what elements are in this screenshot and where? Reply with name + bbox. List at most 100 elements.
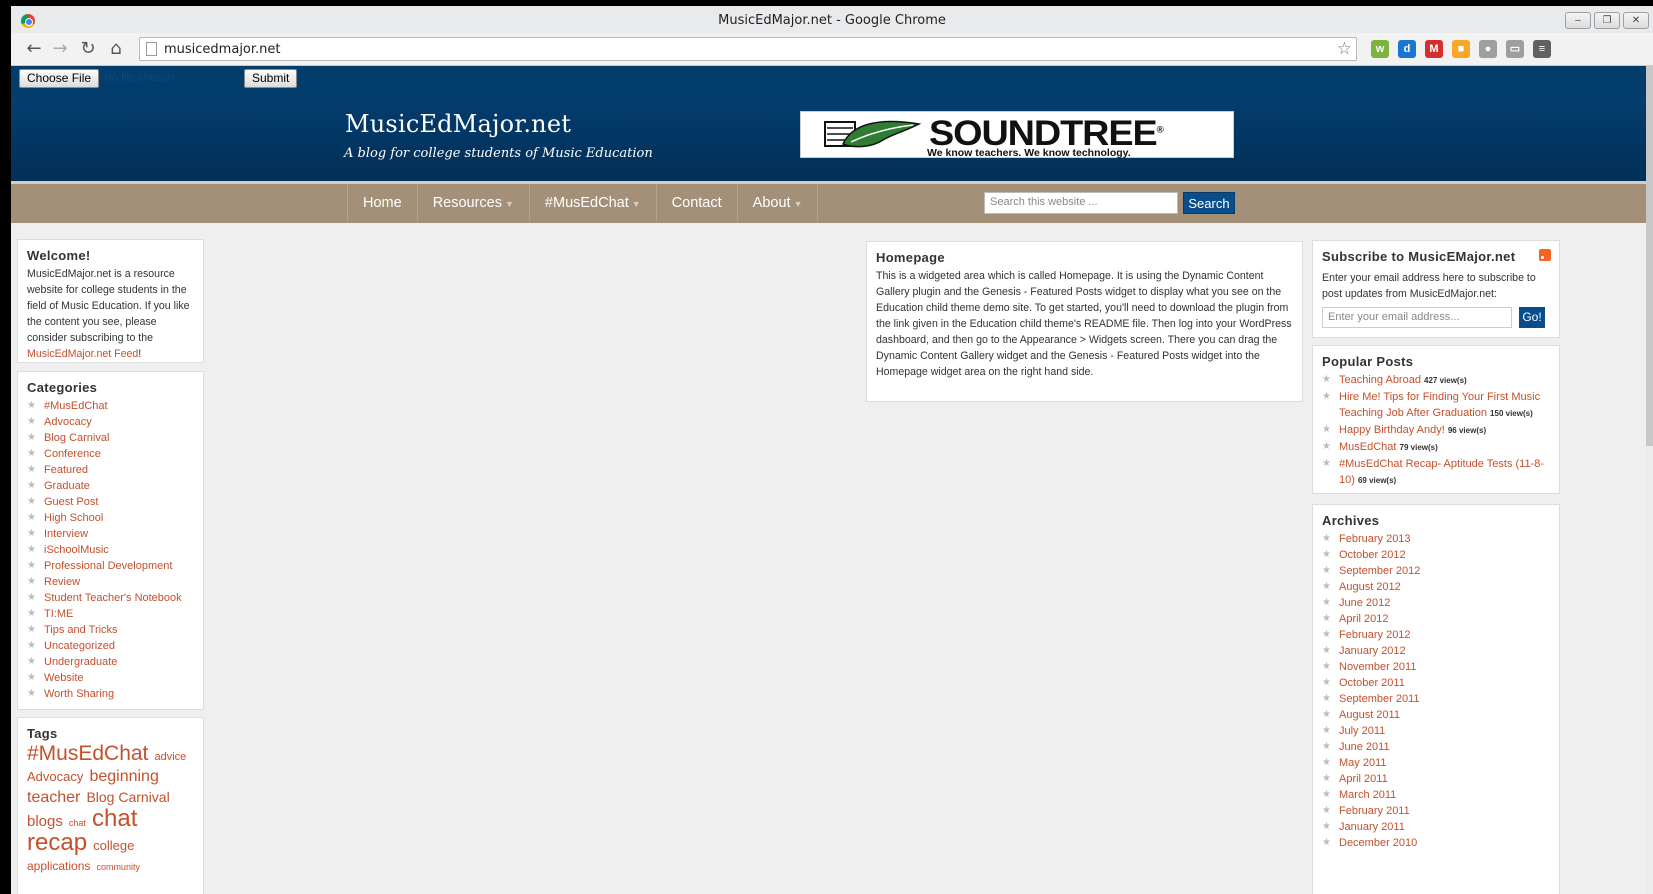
window-controls: – ❐ ✕ bbox=[1565, 12, 1649, 29]
category-link[interactable]: Student Teacher's Notebook bbox=[27, 590, 194, 606]
archive-link[interactable]: August 2011 bbox=[1322, 707, 1550, 723]
category-link[interactable]: Conference bbox=[27, 446, 194, 462]
tag-link[interactable]: #MusEdChat bbox=[27, 742, 148, 765]
tag-link[interactable]: community bbox=[96, 862, 140, 872]
archive-link[interactable]: January 2012 bbox=[1322, 643, 1550, 659]
tag-link[interactable]: Blog Carnival bbox=[86, 789, 169, 805]
tag-link[interactable]: advice bbox=[154, 751, 186, 763]
archive-link[interactable]: September 2012 bbox=[1322, 563, 1550, 579]
minimize-button[interactable]: – bbox=[1565, 12, 1591, 29]
welcome-body: MusicEdMajor.net is a resource website f… bbox=[27, 268, 190, 344]
popular-post-link[interactable]: Teaching Abroad bbox=[1339, 374, 1421, 386]
view-count: 96 view(s) bbox=[1447, 426, 1487, 435]
popular-post-link[interactable]: MusEdChat bbox=[1339, 441, 1396, 453]
category-link[interactable]: Graduate bbox=[27, 478, 194, 494]
category-link[interactable]: Interview bbox=[27, 526, 194, 542]
submit-button[interactable]: Submit bbox=[244, 69, 298, 88]
category-link[interactable]: Uncategorized bbox=[27, 638, 194, 654]
tag-link[interactable]: Advocacy bbox=[27, 769, 83, 784]
archive-link[interactable]: June 2012 bbox=[1322, 595, 1550, 611]
category-link[interactable]: Blog Carnival bbox=[27, 430, 194, 446]
archive-link[interactable]: August 2012 bbox=[1322, 579, 1550, 595]
archive-link[interactable]: February 2011 bbox=[1322, 803, 1550, 819]
reload-icon[interactable]: ↻ bbox=[77, 39, 99, 59]
tag-link[interactable]: applications bbox=[27, 859, 90, 873]
dropbox-icon[interactable]: d bbox=[1398, 40, 1416, 58]
nav-item-home[interactable]: Home bbox=[347, 184, 418, 221]
go-button[interactable]: Go! bbox=[1519, 307, 1545, 328]
feed-link[interactable]: MusicEdMajor.net Feed bbox=[27, 348, 138, 360]
archive-link[interactable]: November 2011 bbox=[1322, 659, 1550, 675]
archive-link[interactable]: July 2011 bbox=[1322, 723, 1550, 739]
address-bar[interactable]: musicedmajor.net ☆ bbox=[139, 37, 1357, 61]
registered-mark: ® bbox=[1156, 124, 1164, 135]
nav-item-about[interactable]: About ▼ bbox=[738, 184, 819, 221]
archive-link[interactable]: October 2012 bbox=[1322, 547, 1550, 563]
tag-link[interactable]: college bbox=[93, 838, 134, 853]
choose-file-button[interactable]: Choose File bbox=[19, 69, 100, 88]
categories-list: #MusEdChatAdvocacyBlog CarnivalConferenc… bbox=[27, 398, 194, 702]
scrollbar[interactable] bbox=[1646, 66, 1653, 894]
archive-link[interactable]: April 2011 bbox=[1322, 771, 1550, 787]
scrollbar-thumb[interactable] bbox=[1646, 66, 1653, 446]
category-link[interactable]: Featured bbox=[27, 462, 194, 478]
archive-link[interactable]: May 2011 bbox=[1322, 755, 1550, 771]
view-count: 150 view(s) bbox=[1490, 409, 1533, 418]
category-link[interactable]: iSchoolMusic bbox=[27, 542, 194, 558]
site-description: A blog for college students of Music Edu… bbox=[344, 146, 653, 161]
close-button[interactable]: ✕ bbox=[1623, 12, 1649, 29]
category-link[interactable]: Worth Sharing bbox=[27, 686, 194, 702]
category-link[interactable]: High School bbox=[27, 510, 194, 526]
archive-link[interactable]: June 2011 bbox=[1322, 739, 1550, 755]
rss-icon[interactable] bbox=[1539, 249, 1551, 261]
category-link[interactable]: Review bbox=[27, 574, 194, 590]
nav-item-contact[interactable]: Contact bbox=[657, 184, 738, 221]
clip-icon[interactable]: ■ bbox=[1452, 40, 1470, 58]
cast-icon[interactable]: ▭ bbox=[1506, 40, 1524, 58]
category-link[interactable]: Advocacy bbox=[27, 414, 194, 430]
archive-link[interactable]: March 2011 bbox=[1322, 787, 1550, 803]
bookmark-star-icon[interactable]: ☆ bbox=[1337, 39, 1352, 59]
welcome-punctuation: ! bbox=[138, 348, 142, 360]
archive-link[interactable]: April 2012 bbox=[1322, 611, 1550, 627]
archive-link[interactable]: February 2013 bbox=[1322, 531, 1550, 547]
widget-title: Categories bbox=[27, 380, 98, 395]
category-link[interactable]: #MusEdChat bbox=[27, 398, 194, 414]
archive-link[interactable]: February 2012 bbox=[1322, 627, 1550, 643]
widget-title: Popular Posts bbox=[1322, 354, 1414, 369]
soundtree-tagline: We know teachers. We know technology. bbox=[927, 147, 1131, 159]
gmail-icon[interactable]: M bbox=[1425, 40, 1443, 58]
archive-link[interactable]: January 2011 bbox=[1322, 819, 1550, 835]
category-link[interactable]: Undergraduate bbox=[27, 654, 194, 670]
balloon-icon[interactable]: ● bbox=[1479, 40, 1497, 58]
site-title[interactable]: MusicEdMajor.net bbox=[345, 110, 571, 138]
nav-item-musedchat[interactable]: #MusEdChat ▼ bbox=[530, 184, 657, 221]
popular-post-item: Happy Birthday Andy! 96 view(s) bbox=[1322, 422, 1550, 439]
popular-post-item: MusEdChat 79 view(s) bbox=[1322, 439, 1550, 456]
tag-link[interactable]: blogs bbox=[27, 813, 63, 830]
archive-link[interactable]: October 2011 bbox=[1322, 675, 1550, 691]
home-icon[interactable]: ⌂ bbox=[105, 39, 127, 59]
archive-link[interactable]: September 2011 bbox=[1322, 691, 1550, 707]
restore-button[interactable]: ❐ bbox=[1594, 12, 1620, 29]
tag-link[interactable]: chat bbox=[69, 818, 86, 828]
category-link[interactable]: TI:ME bbox=[27, 606, 194, 622]
back-arrow-icon[interactable]: ← bbox=[23, 39, 45, 59]
archive-link[interactable]: December 2010 bbox=[1322, 835, 1550, 851]
email-field[interactable]: Enter your email address... bbox=[1322, 307, 1512, 328]
soundtree-leaf-logo-icon bbox=[824, 120, 922, 148]
nav-item-label: #MusEdChat bbox=[544, 195, 629, 211]
search-input[interactable]: Search this website ... bbox=[984, 192, 1178, 214]
menu-icon[interactable]: ≡ bbox=[1533, 40, 1551, 58]
tag-cloud: #MusEdChat advice Advocacy beginning tea… bbox=[27, 742, 194, 877]
category-link[interactable]: Tips and Tricks bbox=[27, 622, 194, 638]
evernote-icon[interactable]: w bbox=[1371, 40, 1389, 58]
soundtree-banner[interactable]: SOUNDTREE® We know teachers. We know tec… bbox=[800, 111, 1234, 159]
forward-arrow-icon[interactable]: → bbox=[49, 39, 71, 59]
category-link[interactable]: Professional Development bbox=[27, 558, 194, 574]
search-button[interactable]: Search bbox=[1183, 192, 1235, 214]
nav-item-resources[interactable]: Resources ▼ bbox=[418, 184, 530, 221]
category-link[interactable]: Website bbox=[27, 670, 194, 686]
popular-post-link[interactable]: Happy Birthday Andy! bbox=[1339, 424, 1445, 436]
category-link[interactable]: Guest Post bbox=[27, 494, 194, 510]
